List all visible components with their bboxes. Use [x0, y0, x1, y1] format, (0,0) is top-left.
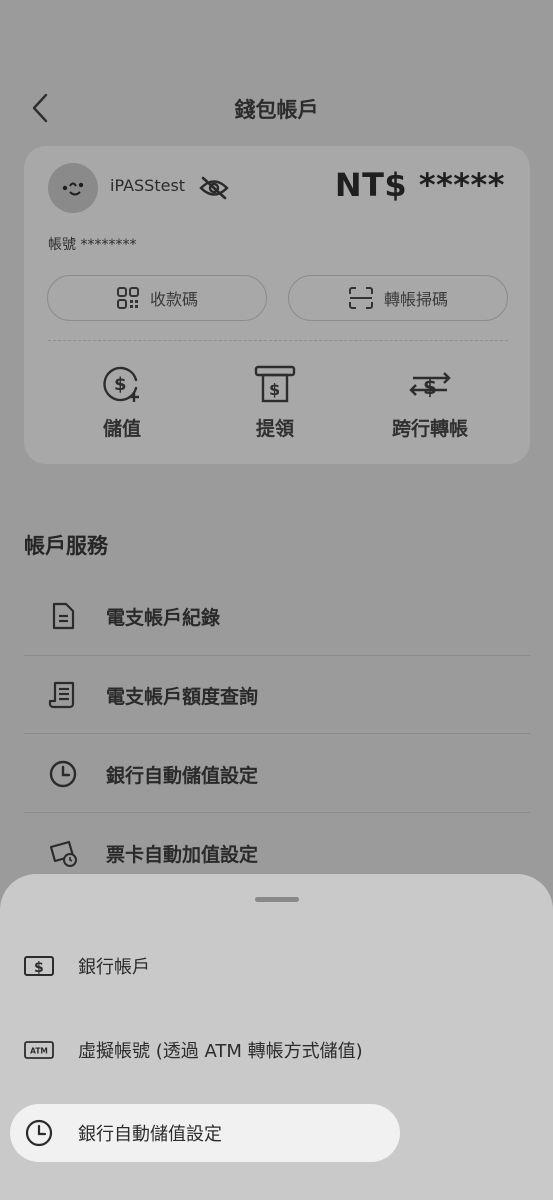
toggle-visibility-button[interactable]: [198, 175, 230, 201]
sheet-item-label: 虛擬帳號 (透過 ATM 轉帳方式儲值): [78, 1041, 363, 1062]
top-up-button[interactable]: $ 儲值: [67, 362, 177, 441]
dollar-plus-icon: $: [103, 366, 139, 402]
list-item-label: 電支帳戶紀錄: [106, 606, 221, 629]
list-item-label: 電支帳戶額度查詢: [106, 685, 259, 708]
clock-icon: [22, 1119, 56, 1147]
sheet-item-label: 銀行自動儲值設定: [78, 1124, 222, 1145]
divider: [24, 733, 530, 734]
atm-withdraw-icon: $: [254, 365, 296, 403]
receipt-icon: [48, 681, 75, 709]
dollar-bill-icon: $: [22, 952, 56, 980]
atm-icon: ATM: [22, 1036, 56, 1064]
top-up-label: 儲值: [102, 418, 141, 440]
list-item-label: 票卡自動加值設定: [106, 843, 259, 866]
username: iPASStest: [110, 176, 186, 195]
page-title: 錢包帳戶: [234, 98, 319, 122]
interbank-transfer-button[interactable]: $ 跨行轉帳: [375, 362, 485, 441]
svg-text:$: $: [269, 380, 280, 399]
clock-icon: [49, 760, 77, 788]
qr-code-icon: [116, 287, 139, 309]
balance-amount: NT$ *****: [334, 166, 505, 204]
atm-icon-text: ATM: [30, 1047, 48, 1056]
card-divider: [48, 340, 508, 341]
transfer-scan-button[interactable]: 轉帳掃碼: [288, 275, 508, 321]
sheet-drag-handle[interactable]: [255, 897, 299, 902]
face-icon: [62, 182, 84, 196]
card-clock-icon: [49, 840, 77, 867]
list-item-label: 銀行自動儲值設定: [106, 764, 259, 787]
scan-icon: [348, 287, 373, 309]
receive-code-label: 收款碼: [149, 290, 198, 309]
section-title: 帳戶服務: [24, 534, 108, 558]
svg-text:$: $: [114, 374, 127, 395]
list-item-ewallet-limit[interactable]: 電支帳戶額度查詢: [24, 656, 530, 734]
eye-off-icon: [199, 176, 229, 200]
sheet-item-bank-auto-topup[interactable]: 銀行自動儲值設定: [10, 1104, 400, 1162]
interbank-transfer-label: 跨行轉帳: [391, 418, 468, 440]
divider: [24, 812, 530, 813]
receive-code-button[interactable]: 收款碼: [47, 275, 267, 321]
sheet-item-label: 銀行帳戶: [78, 957, 150, 978]
transfer-scan-label: 轉帳掃碼: [383, 290, 448, 309]
list-item-bank-auto-topup[interactable]: 銀行自動儲值設定: [24, 735, 530, 813]
sheet-item-virtual-account[interactable]: ATM 虛擬帳號 (透過 ATM 轉帳方式儲值): [10, 1021, 400, 1079]
transfer-arrows-icon: $: [409, 372, 451, 399]
list-item-ewallet-records[interactable]: 電支帳戶紀錄: [24, 577, 530, 655]
account-number: 帳號 ********: [48, 237, 137, 253]
sheet-item-bank-account[interactable]: $ 銀行帳戶: [10, 937, 400, 995]
svg-text:$: $: [423, 375, 437, 399]
withdraw-button[interactable]: $ 提領: [220, 362, 330, 441]
withdraw-label: 提領: [255, 418, 294, 440]
document-icon: [52, 602, 75, 630]
avatar: [48, 163, 98, 213]
svg-text:$: $: [34, 960, 44, 976]
